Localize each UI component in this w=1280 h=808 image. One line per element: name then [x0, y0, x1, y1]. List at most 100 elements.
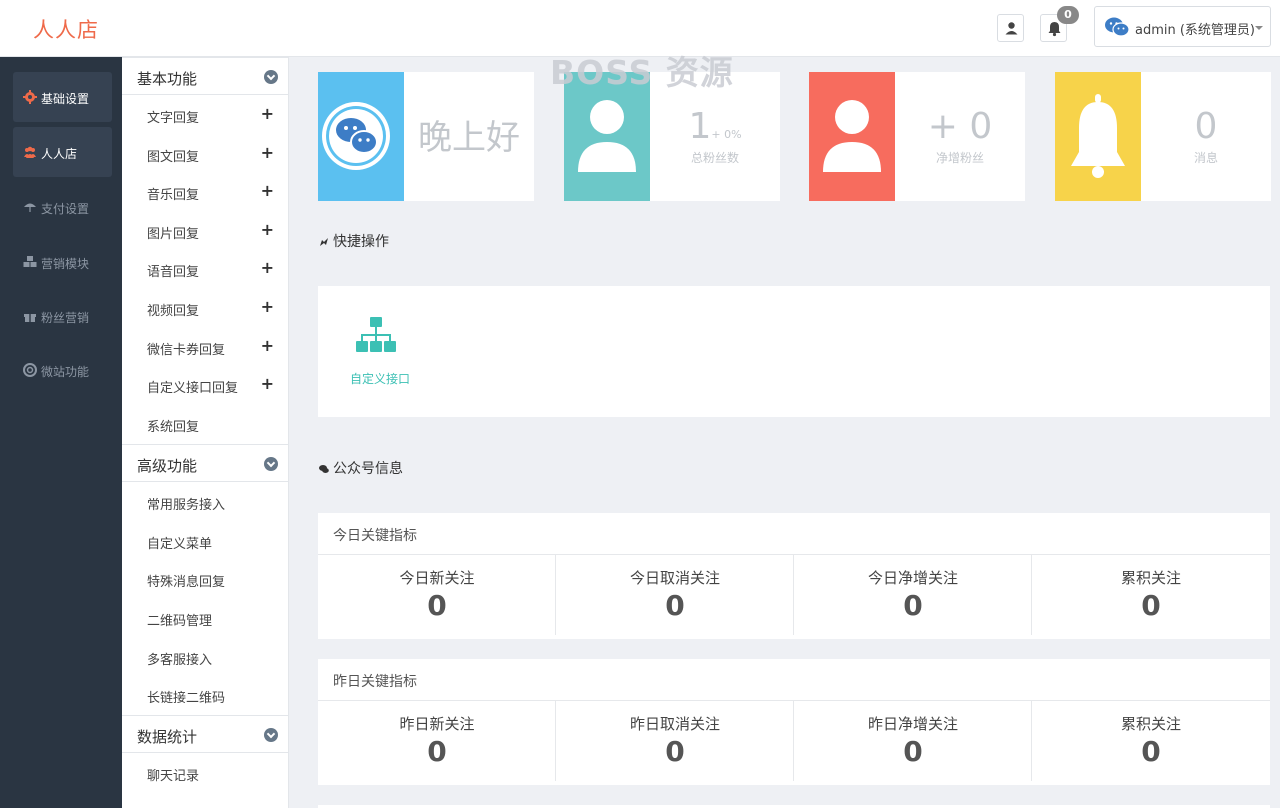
net-fans-label: 净增粉丝 [935, 151, 984, 165]
user-button[interactable] [997, 14, 1024, 42]
plus-icon[interactable]: + [261, 299, 274, 315]
menu-item-custom-menu[interactable]: 自定义菜单 [122, 521, 289, 559]
menu-item-label: 常用服务接入 [147, 498, 226, 513]
menu-item-card-reply[interactable]: 微信卡券回复 + [122, 327, 289, 365]
menu-item-video-reply[interactable]: 视频回复 + [122, 288, 289, 326]
stat-cell: 昨日新关注 0 [318, 701, 556, 781]
menu-item-label: 语音回复 [147, 265, 200, 280]
stat-cell: 今日取消关注 0 [556, 555, 794, 635]
greeting-text: 晚上好 [418, 118, 520, 158]
menu-item-multi-service[interactable]: 多客服接入 [122, 637, 289, 675]
menu-item-system-reply[interactable]: 系统回复 [122, 404, 289, 442]
net-fans-value: + 0 [927, 106, 993, 147]
menu-item-qrcode[interactable]: 二维码管理 [122, 598, 289, 636]
nav-item-label: 粉丝营销 [41, 311, 90, 325]
menu-item-special-reply[interactable]: 特殊消息回复 [122, 559, 289, 597]
plus-icon[interactable]: + [261, 183, 274, 199]
stat-value: 0 [427, 589, 447, 622]
stat-label: 今日净增关注 [867, 569, 958, 587]
stat-label: 昨日取消关注 [629, 715, 720, 733]
bell-icon [1071, 94, 1125, 178]
menu-item-label: 图文回复 [147, 150, 200, 165]
menu-item-label: 视频回复 [147, 304, 200, 319]
menu-item-label: 系统回复 [147, 420, 200, 435]
card-icon-box [318, 72, 404, 201]
stat-cell: 累积关注 0 [1032, 701, 1270, 781]
sub-menu: 基本功能 文字回复 + 图文回复 + 音乐回复 + 图片回复 + 语音回复 + 视频回复 +… [122, 57, 289, 808]
plus-icon[interactable]: + [261, 222, 274, 238]
nav-item-microsite[interactable]: 微站功能 [13, 345, 112, 395]
menu-item-label: 多客服接入 [147, 653, 213, 668]
stat-value: 0 [665, 589, 685, 622]
menu-item-label: 文字回复 [147, 111, 200, 126]
menu-item-news-reply[interactable]: 图文回复 + [122, 134, 289, 172]
menu-item-text-reply[interactable]: 文字回复 + [122, 95, 289, 133]
menu-item-long-link[interactable]: 长链接二维码 [122, 675, 289, 713]
wechat-icon [1105, 17, 1130, 37]
stat-cell: 昨日净增关注 0 [794, 701, 1032, 781]
plus-icon[interactable]: + [261, 106, 274, 122]
panel-header: 昨日关键指标 [318, 659, 1270, 701]
gear-icon [23, 90, 37, 104]
menu-item-api-reply[interactable]: 自定义接口回复 + [122, 365, 289, 403]
menu-item-voice-reply[interactable]: 语音回复 + [122, 249, 289, 287]
wechat-icon [322, 102, 390, 170]
fans-count: 1 [688, 106, 712, 147]
nav-item-label: 微站功能 [41, 365, 90, 379]
quick-item-custom-api[interactable]: 自定义接口 [345, 315, 410, 386]
user-icon [1005, 22, 1018, 35]
menu-item-label: 聊天记录 [147, 769, 200, 784]
section-title-text: 公众号信息 [333, 461, 403, 477]
stat-label: 累积关注 [1120, 715, 1181, 733]
menu-item-label: 音乐回复 [147, 188, 200, 203]
plus-icon[interactable]: + [261, 376, 274, 392]
nav-item-label: 支付设置 [41, 202, 90, 216]
net-fans-card: + 0 净增粉丝 [809, 72, 1025, 201]
admin-name: admin (系统管理员) [1135, 23, 1256, 38]
menu-group-stats[interactable]: 数据统计 [122, 715, 289, 753]
menu-group-title: 高级功能 [137, 457, 198, 475]
stat-cell: 累积关注 0 [1032, 555, 1270, 635]
menu-item-chat-log[interactable]: 聊天记录 [122, 753, 289, 791]
nav-item-basic-settings[interactable]: 基础设置 [13, 72, 112, 122]
plus-icon[interactable]: + [261, 260, 274, 276]
menu-item-services[interactable]: 常用服务接入 [122, 482, 289, 520]
stat-value: 0 [903, 735, 923, 768]
brand-logo[interactable]: 人人店 [33, 14, 99, 44]
notification-badge: 0 [1057, 6, 1079, 24]
nav-item-fans-marketing[interactable]: 粉丝营销 [13, 291, 112, 341]
menu-item-label: 微信卡券回复 [147, 343, 226, 358]
nav-item-payment[interactable]: 支付设置 [13, 182, 112, 232]
umbrella-icon [24, 203, 36, 212]
stat-label: 昨日净增关注 [867, 715, 958, 733]
nav-item-label: 基础设置 [41, 92, 90, 106]
chevron-down-icon [264, 728, 278, 742]
section-title-text: 快捷操作 [333, 234, 389, 250]
admin-dropdown[interactable]: admin (系统管理员) [1094, 6, 1271, 47]
main-nav: 基础设置 人人店 支付设置 营销模块 粉丝营销 微站功能 [0, 57, 122, 808]
menu-group-title: 数据统计 [137, 728, 198, 746]
menu-item-label: 自定义菜单 [147, 537, 213, 552]
plus-icon[interactable]: + [261, 145, 274, 161]
card-icon-box [809, 72, 895, 201]
menu-item-label: 自定义接口回复 [147, 381, 239, 396]
nav-item-marketing[interactable]: 营销模块 [13, 237, 112, 287]
menu-group-basic[interactable]: 基本功能 [122, 57, 289, 95]
plus-icon[interactable]: + [261, 338, 274, 354]
menu-item-music-reply[interactable]: 音乐回复 + [122, 172, 289, 210]
stat-label: 累积关注 [1120, 569, 1181, 587]
stat-value: 0 [665, 735, 685, 768]
stat-label: 今日取消关注 [629, 569, 720, 587]
nav-item-renrendian[interactable]: 人人店 [13, 127, 112, 177]
cubes-icon [23, 256, 37, 267]
menu-group-advanced[interactable]: 高级功能 [122, 444, 289, 482]
panel-title: 昨日关键指标 [333, 674, 417, 690]
stat-cell: 今日净增关注 0 [794, 555, 1032, 635]
menu-item-image-reply[interactable]: 图片回复 + [122, 211, 289, 249]
menu-item-label: 特殊消息回复 [147, 575, 226, 590]
nav-item-label: 营销模块 [41, 257, 90, 271]
nav-item-label: 人人店 [41, 147, 78, 161]
plane-icon [320, 238, 328, 246]
messages-label: 消息 [1193, 151, 1218, 165]
sitemap-icon [356, 317, 396, 352]
